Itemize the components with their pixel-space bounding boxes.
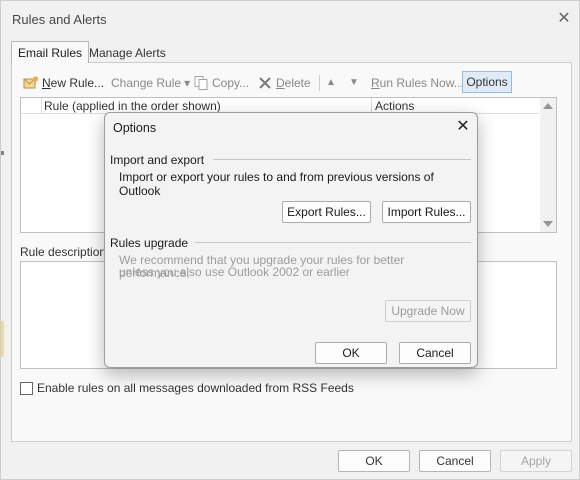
dialog-close-icon[interactable]: ✕ — [453, 117, 473, 137]
options-dialog: Options ✕ Import and export Import or ex… — [104, 112, 478, 368]
group-divider — [213, 159, 471, 160]
import-export-description: Import or export your rules to and from … — [119, 170, 434, 198]
dialog-title: Options — [113, 121, 157, 135]
tab-email-rules[interactable]: Email Rules — [11, 41, 90, 63]
upgrade-now-button[interactable]: Upgrade Now — [385, 300, 471, 322]
import-export-heading: Import and export — [110, 153, 205, 167]
export-rules-button[interactable]: Export Rules... — [282, 201, 371, 223]
import-rules-button[interactable]: Import Rules... — [382, 201, 471, 223]
dialog-cancel-button[interactable]: Cancel — [399, 342, 471, 364]
dialog-ok-button[interactable]: OK — [315, 342, 387, 364]
upgrade-description-line2: unless you also use Outlook 2002 or earl… — [119, 265, 350, 279]
group-divider — [195, 242, 471, 243]
rules-upgrade-heading: Rules upgrade — [110, 236, 189, 250]
